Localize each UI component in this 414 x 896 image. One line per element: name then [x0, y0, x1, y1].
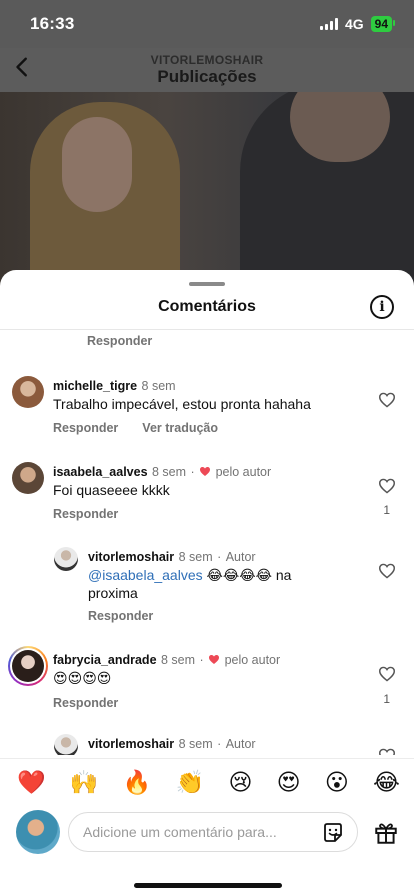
avatar-story-ring[interactable] — [8, 646, 48, 686]
avatar[interactable] — [54, 547, 78, 571]
emoji-raised-hands-button[interactable]: 🙌 — [70, 771, 99, 794]
like-count: 1 — [383, 503, 390, 517]
page-title: Publicações — [157, 67, 257, 86]
comment-time: 8 sem — [178, 550, 213, 564]
comment-time: 8 sem — [160, 653, 196, 667]
info-icon[interactable]: i — [370, 295, 394, 319]
reply-button[interactable]: Responder — [88, 609, 153, 623]
heart-outline-icon[interactable] — [378, 392, 396, 408]
author-badge: Autor — [225, 550, 256, 564]
comment-placeholder: Adicione um comentário para... — [83, 824, 277, 840]
author-badge: Autor — [225, 737, 256, 751]
comment-composer: Adicione um comentário para... — [0, 808, 414, 866]
comment-username[interactable]: vitorlemoshair — [88, 550, 174, 564]
author-like-label: pelo autor — [215, 465, 272, 479]
emoji-heart-button[interactable]: ❤️ — [17, 771, 46, 794]
translate-button[interactable]: Ver tradução — [142, 421, 218, 435]
drag-handle[interactable] — [189, 282, 225, 286]
home-indicator — [134, 883, 282, 888]
status-indicators: 4G 94 — [319, 16, 396, 32]
comment-time: 8 sem — [141, 379, 176, 393]
signal-icon — [319, 18, 338, 30]
emoji-crying-button[interactable]: 😢 — [228, 771, 252, 794]
heart-outline-icon[interactable] — [378, 478, 396, 494]
comment-text: Foi quaseeee kkkk — [53, 482, 170, 498]
avatar[interactable] — [54, 734, 78, 755]
comment-time: 8 sem — [151, 465, 187, 479]
account-name: VITORLEMOSHAIR — [150, 53, 264, 67]
reply-button[interactable]: Responder — [53, 507, 118, 521]
avatar[interactable] — [12, 462, 44, 494]
battery-icon: 94 — [370, 16, 396, 32]
heart-outline-icon[interactable] — [378, 563, 396, 579]
emoji-laughing-button[interactable]: 😂 — [373, 771, 400, 794]
heart-filled-icon — [209, 655, 220, 664]
heart-outline-icon[interactable] — [378, 666, 396, 682]
sticker-icon[interactable] — [321, 821, 345, 845]
page-header: VITORLEMOSHAIR Publicações — [0, 48, 414, 92]
comment-username[interactable]: michelle_tigre — [53, 379, 137, 393]
network-label: 4G — [344, 16, 364, 32]
emoji-clap-button[interactable]: 👏 — [176, 771, 205, 794]
gift-icon[interactable] — [373, 820, 399, 846]
emoji-quick-bar: ❤️ 🙌 🔥 👏 😢 😍 😮 😂 — [0, 758, 414, 806]
comment-username[interactable]: fabrycia_andrade — [53, 653, 157, 667]
comment-input[interactable]: Adicione um comentário para... — [68, 812, 358, 852]
comment-text: Trabalho impecável, estou pronta hahaha — [53, 396, 311, 412]
current-user-avatar — [16, 810, 60, 854]
heart-filled-icon — [200, 467, 211, 476]
comment-text: 😍😍😍😍 — [53, 670, 112, 686]
back-arrow-icon[interactable] — [12, 56, 34, 78]
comments-sheet: Comentários i Responder michelle_tigre 8… — [0, 270, 414, 896]
emoji-heart-eyes-button[interactable]: 😍 — [277, 771, 301, 794]
comment-username[interactable]: isaabela_aalves — [53, 465, 148, 479]
avatar[interactable] — [12, 376, 44, 408]
reply-button[interactable]: Responder — [87, 334, 152, 348]
author-like-label: pelo autor — [224, 653, 281, 667]
emoji-surprised-button[interactable]: 😮 — [325, 771, 349, 794]
reply-button[interactable]: Responder — [53, 696, 118, 710]
emoji-fire-button[interactable]: 🔥 — [123, 771, 152, 794]
status-bar: 16:33 4G 94 — [0, 0, 414, 48]
comments-list[interactable]: Responder michelle_tigre 8 sem Trabalho … — [0, 330, 414, 755]
comment-time: 8 sem — [178, 737, 213, 751]
comment-text: @isaabela_aalves 😂😂😂😂 na proxima — [88, 567, 292, 601]
comment-username[interactable]: vitorlemoshair — [88, 737, 174, 751]
mention-link[interactable]: @isaabela_aalves — [88, 567, 203, 583]
like-count: 1 — [383, 692, 390, 706]
status-time: 16:33 — [30, 14, 75, 33]
reply-button[interactable]: Responder — [53, 421, 118, 435]
sheet-title: Comentários — [158, 298, 256, 315]
post-photo — [0, 92, 414, 290]
heart-outline-icon[interactable] — [378, 748, 396, 755]
